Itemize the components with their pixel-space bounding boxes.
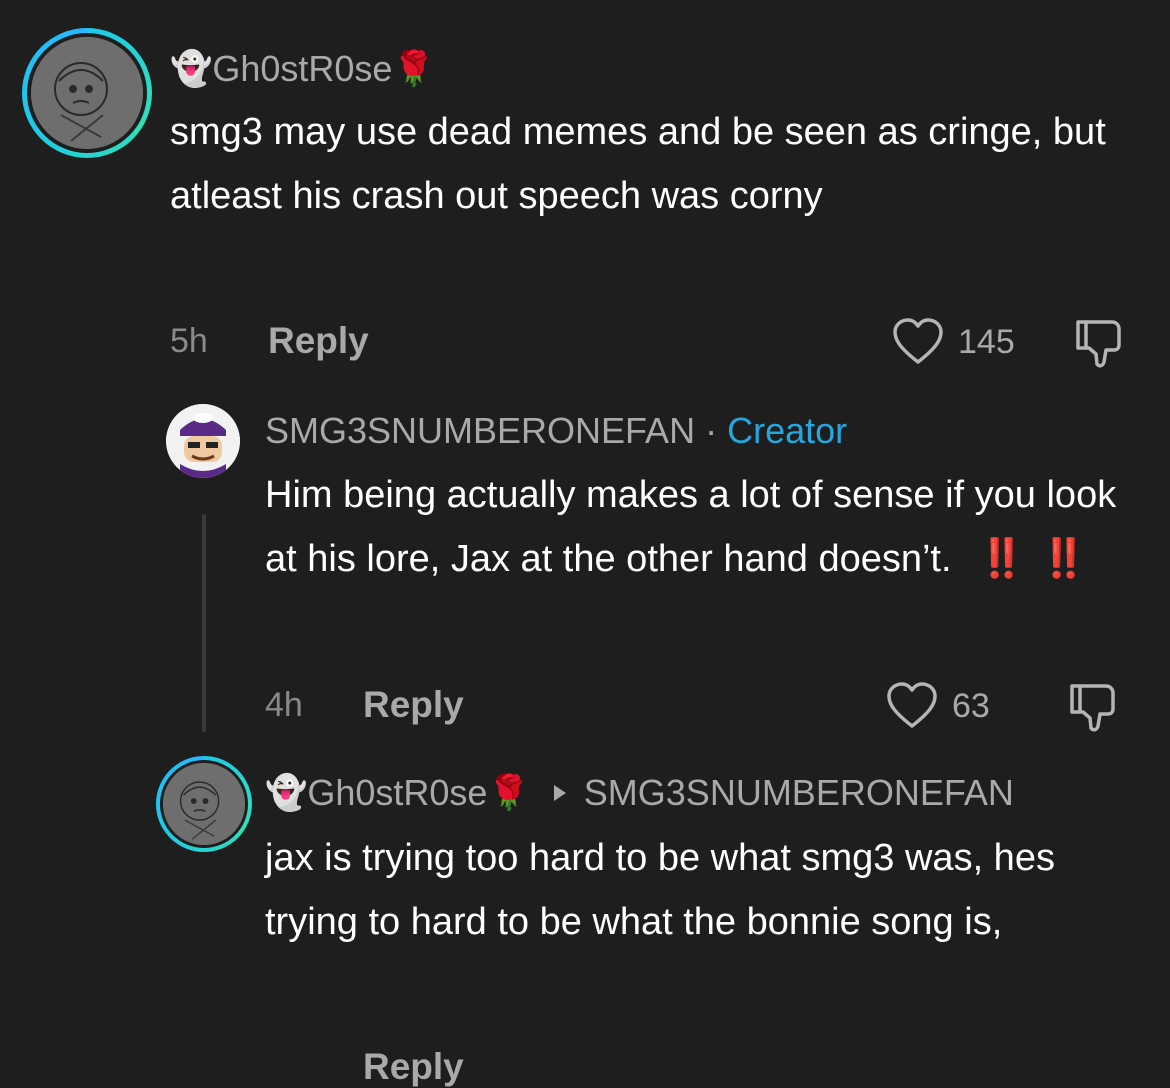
author-name[interactable]: Gh0stR0se [307, 772, 487, 814]
exclamation-emoji-icon: ‼️ ‼️ [978, 538, 1090, 580]
heart-icon [893, 318, 943, 364]
like-button[interactable]: 145 [892, 318, 1015, 366]
comment-author[interactable]: 👻 Gh0stR0se 🌹 [170, 44, 435, 94]
avatar [31, 37, 143, 149]
comment-text: smg3 may use dead memes and be seen as c… [170, 111, 1106, 217]
reply-button[interactable]: Reply [363, 684, 464, 726]
rose-emoji-icon: 🌹 [392, 50, 435, 88]
reply-button[interactable]: Reply [268, 320, 369, 362]
author-name[interactable]: Gh0stR0se [212, 48, 392, 90]
avatar [163, 763, 245, 845]
author-name[interactable]: SMG3SNUMBERONEFAN [265, 410, 695, 452]
comment-text: jax is trying too hard to be what smg3 w… [265, 837, 1055, 943]
ghost-emoji-icon: 👻 [265, 774, 308, 812]
ghost-emoji-icon: 👻 [170, 50, 213, 88]
thread-line [202, 514, 206, 732]
dislike-icon[interactable] [1066, 682, 1120, 734]
comment-author[interactable]: SMG3SNUMBERONEFAN · Creator [265, 406, 847, 456]
separator-dot: · [705, 410, 718, 451]
comment-text: Him being actually makes a lot of sense … [265, 463, 1125, 591]
dislike-icon[interactable] [1072, 318, 1126, 370]
comment-timestamp: 5h [170, 322, 208, 360]
reply-button[interactable]: Reply [363, 1046, 464, 1088]
avatar[interactable] [166, 404, 240, 478]
comment-author[interactable]: 👻 Gh0stR0se 🌹 SMG3SNUMBERONEFAN [265, 768, 1014, 818]
avatar-ring[interactable] [156, 756, 252, 852]
comment-timestamp: 4h [265, 686, 303, 724]
rose-emoji-icon: 🌹 [487, 774, 530, 812]
reply-arrow-icon [553, 785, 566, 801]
reply-to-name[interactable]: SMG3SNUMBERONEFAN [584, 772, 1014, 814]
avatar-ring[interactable] [22, 28, 152, 158]
creator-badge: Creator [727, 410, 848, 451]
like-count: 145 [958, 322, 1015, 361]
like-count: 63 [952, 686, 990, 725]
like-button[interactable]: 63 [886, 682, 990, 730]
heart-icon [887, 682, 937, 728]
